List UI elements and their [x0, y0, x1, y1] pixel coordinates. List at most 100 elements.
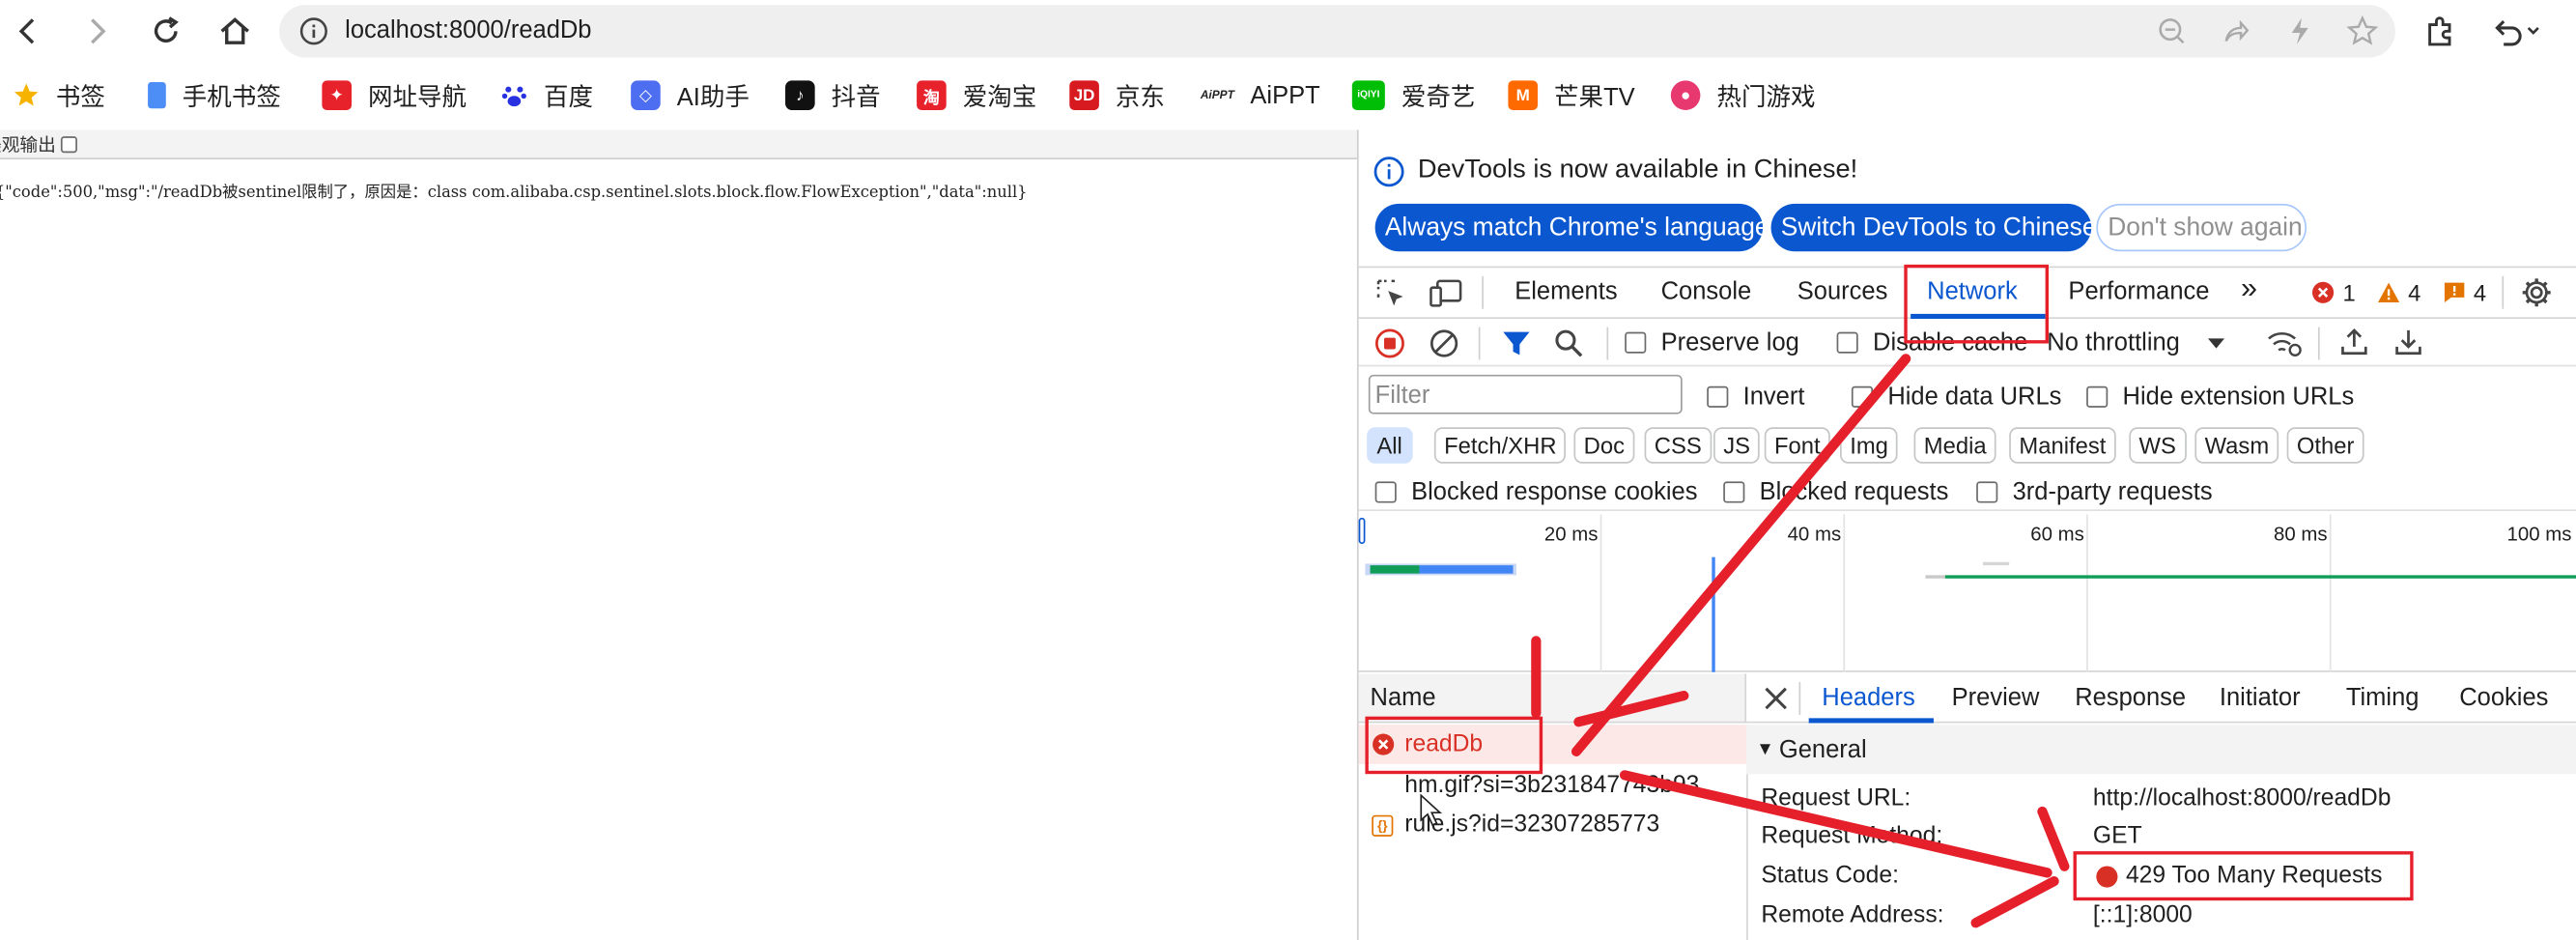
tab-elements[interactable]: Elements [1514, 277, 1617, 305]
type-filter-doc[interactable]: Doc [1573, 427, 1635, 464]
throttling-value: No throttling [2047, 328, 2180, 357]
preserve-log-toggle[interactable]: Preserve log [1625, 328, 1799, 356]
timeline-range-handle[interactable] [1358, 517, 1366, 545]
hide-extension-urls-checkbox[interactable] [2086, 385, 2109, 408]
type-filter-wasm[interactable]: Wasm [2194, 427, 2279, 464]
lightning-icon[interactable] [2285, 16, 2315, 46]
bookmark-item[interactable]: 书签 [14, 79, 105, 112]
type-filter-css[interactable]: CSS [1644, 427, 1712, 464]
address-bar[interactable]: localhost:8000/readDb [279, 5, 2395, 58]
blocked-requests-toggle[interactable]: Blocked requests [1723, 478, 1948, 506]
tab-response[interactable]: Response [2075, 684, 2186, 712]
third-party-checkbox[interactable] [1976, 481, 1998, 503]
back-icon[interactable] [10, 14, 45, 49]
timeline-request-bar [1925, 575, 1945, 579]
hide-data-urls-label: Hide data URLs [1887, 383, 2062, 412]
clear-icon[interactable] [1430, 328, 1459, 358]
forward-icon[interactable] [79, 14, 115, 49]
home-icon[interactable] [217, 14, 253, 49]
tab-sources[interactable]: Sources [1798, 277, 1888, 305]
more-tabs-icon[interactable]: » [2241, 271, 2257, 306]
bookmark-item[interactable]: JD 京东 [1069, 79, 1165, 112]
throttling-select[interactable]: No throttling [2047, 328, 2225, 356]
type-filter-other[interactable]: Other [2286, 427, 2364, 464]
toolbar-divider [1798, 681, 1801, 715]
ai-assistant-icon: ◇ [631, 80, 661, 110]
reload-icon[interactable] [148, 14, 184, 49]
bookmark-star-icon[interactable] [2346, 14, 2379, 47]
timeline-tick-label: 80 ms [2274, 522, 2328, 546]
pretty-print-bar: 美观输出 [0, 129, 1359, 160]
close-details-icon[interactable] [1763, 685, 1789, 711]
tab-preview[interactable]: Preview [1952, 684, 2040, 712]
bookmark-item[interactable]: 百度 [501, 79, 593, 112]
hide-extension-urls-toggle[interactable]: Hide extension URLs [2086, 383, 2354, 411]
bookmark-item[interactable]: 手机书签 [148, 79, 281, 112]
blocked-cookies-checkbox[interactable] [1374, 481, 1397, 503]
timeline-gridline [2086, 514, 2088, 672]
type-filter-js[interactable]: JS [1713, 427, 1761, 464]
header-value: http://localhost:8000/readDb [2092, 785, 2392, 812]
type-filter-media[interactable]: Media [1913, 427, 1996, 464]
url-text[interactable]: localhost:8000/readDb [345, 16, 591, 44]
blocked-requests-checkbox[interactable] [1723, 481, 1745, 503]
always-match-language-button[interactable]: Always match Chrome's language [1374, 203, 1769, 252]
import-har-icon[interactable] [2339, 328, 2369, 357]
annotation-box [2073, 851, 2414, 901]
bookmark-item[interactable]: ♪ 抖音 [785, 79, 881, 112]
bookmark-item[interactable]: M 芒果TV [1508, 79, 1635, 112]
bookmark-item[interactable]: iQIYI 爱奇艺 [1351, 79, 1475, 112]
bookmark-item[interactable]: ✦ 网址导航 [322, 79, 467, 112]
share-icon[interactable] [2222, 16, 2251, 46]
bookmark-item[interactable]: AiPPT AiPPT [1200, 79, 1320, 112]
toolbar-divider [1478, 327, 1481, 360]
aippt-icon: AiPPT [1200, 89, 1234, 101]
tab-console[interactable]: Console [1661, 277, 1752, 305]
tab-initiator[interactable]: Initiator [2220, 684, 2301, 712]
bookmark-item[interactable]: 淘 爱淘宝 [917, 79, 1036, 112]
zoom-icon[interactable] [2157, 16, 2187, 46]
tab-cookies[interactable]: Cookies [2459, 684, 2548, 712]
tab-timing[interactable]: Timing [2346, 684, 2420, 712]
type-filter-manifest[interactable]: Manifest [2009, 427, 2116, 464]
invert-checkbox[interactable] [1707, 385, 1729, 408]
undo-icon[interactable] [2491, 14, 2539, 49]
dont-show-again-button[interactable]: Don't show again [2096, 203, 2307, 252]
network-conditions-icon[interactable] [2267, 328, 2303, 358]
search-icon[interactable] [1554, 328, 1584, 358]
error-counter[interactable]: 1 4 4 [2311, 279, 2486, 305]
bookmark-item[interactable]: ◇ AI助手 [631, 79, 750, 112]
export-har-icon[interactable] [2393, 328, 2423, 357]
general-section-header[interactable]: ▼ General [1746, 725, 2576, 775]
stop-recording-icon[interactable] [1374, 328, 1405, 358]
pretty-print-checkbox[interactable] [60, 135, 77, 153]
disable-cache-checkbox[interactable] [1836, 331, 1858, 354]
request-name: rule.js?id=32307285773 [1404, 812, 1660, 839]
type-filter-fetch-xhr[interactable]: Fetch/XHR [1433, 427, 1567, 464]
third-party-toggle[interactable]: 3rd-party requests [1976, 478, 2213, 506]
issues-icon [2444, 282, 2464, 302]
network-overview-timeline[interactable]: 20 ms 40 ms 60 ms 80 ms 100 ms [1358, 514, 2576, 672]
blocked-cookies-toggle[interactable]: Blocked response cookies [1374, 478, 1697, 506]
infobar-message: DevTools is now available in Chinese! [1417, 156, 1858, 185]
bookmark-label: AiPPT [1250, 81, 1320, 110]
filter-funnel-icon[interactable] [1502, 328, 1532, 358]
filter-input[interactable]: Filter [1368, 374, 1683, 414]
tab-headers[interactable]: Headers [1822, 684, 1914, 712]
request-row[interactable]: {} rule.js?id=32307285773 [1359, 806, 1746, 845]
extensions-icon[interactable] [2421, 14, 2457, 49]
type-filter-all[interactable]: All [1367, 427, 1413, 464]
settings-gear-icon[interactable] [2520, 276, 2553, 309]
preserve-log-checkbox[interactable] [1625, 331, 1647, 354]
site-info-icon[interactable] [299, 16, 329, 46]
bookmark-item[interactable]: ● 热门游戏 [1670, 79, 1816, 112]
warning-icon [2377, 282, 2399, 302]
type-filter-ws[interactable]: WS [2129, 427, 2187, 464]
timeline-request-bar [1370, 565, 1420, 574]
device-toolbar-icon[interactable] [1430, 277, 1464, 308]
tab-performance[interactable]: Performance [2068, 277, 2209, 305]
invert-toggle[interactable]: Invert [1707, 383, 1804, 411]
star-icon [14, 82, 40, 108]
switch-to-chinese-button[interactable]: Switch DevTools to Chinese [1770, 203, 2097, 252]
inspect-element-icon[interactable] [1375, 277, 1406, 308]
